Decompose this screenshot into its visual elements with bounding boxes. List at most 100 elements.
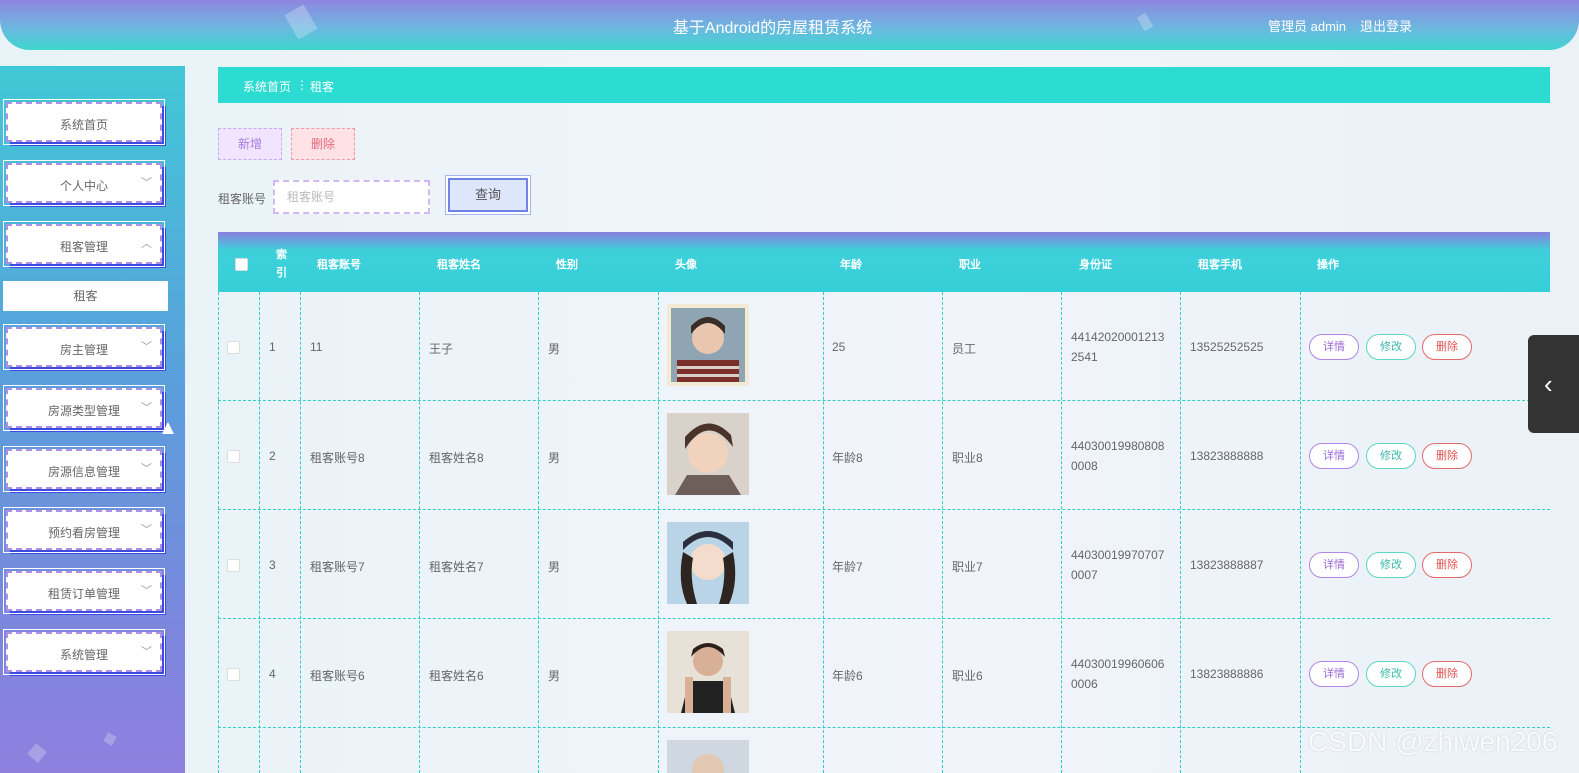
cell-idcard-line1: 44030019960606 xyxy=(1071,657,1165,671)
chevron-down-icon: ﹀ xyxy=(141,585,152,597)
cell-idcard-line2: 0008 xyxy=(1071,459,1098,473)
select-all-checkbox[interactable] xyxy=(235,258,248,271)
cell-index: 2 xyxy=(269,449,276,463)
table-row: 3 租客账号7 租客姓名7 男 年龄7 职业7 44030019970707 0… xyxy=(218,510,1550,619)
chevron-left-icon: ‹ xyxy=(1544,369,1553,399)
row-delete-button[interactable]: 删除 xyxy=(1422,443,1472,469)
detail-button[interactable]: 详情 xyxy=(1309,334,1359,360)
cell-age: 25 xyxy=(832,340,846,354)
column-header-phone: 租客手机 xyxy=(1198,259,1242,271)
row-delete-button[interactable]: 删除 xyxy=(1422,552,1472,578)
sidebar-item-viewing-appointment-management[interactable]: 预约看房管理 ﹀ xyxy=(3,507,165,553)
table-row: 2 租客账号8 租客姓名8 男 年龄8 职业8 44030019980808 0… xyxy=(218,401,1550,510)
sidebar-item-housing-type-management[interactable]: 房源类型管理 ﹀ xyxy=(3,385,165,431)
cell-idcard-line1: 44142020001213 xyxy=(1071,330,1165,344)
avatar xyxy=(667,631,749,713)
cell-idcard-line2: 0006 xyxy=(1071,677,1098,691)
avatar xyxy=(667,304,749,386)
sidebar-item-label: 个人中心 xyxy=(59,179,108,193)
sidebar-subitem-tenant[interactable]: 租客 xyxy=(3,281,168,311)
cell-job: 职业6 xyxy=(952,669,983,683)
sidebar-item-label: 房源类型管理 xyxy=(47,404,120,418)
side-panel-toggle[interactable]: ‹ xyxy=(1528,335,1579,433)
column-header-gender: 性别 xyxy=(556,259,578,271)
detail-button[interactable]: 详情 xyxy=(1309,661,1359,687)
column-header-actions: 操作 xyxy=(1317,259,1339,271)
sidebar-item-label: 系统首页 xyxy=(59,118,108,132)
admin-user-label: 管理员 admin xyxy=(1268,19,1347,34)
cell-age: 年龄8 xyxy=(832,451,863,465)
sidebar-item-home[interactable]: 系统首页 xyxy=(3,99,165,145)
column-header-index: 索引 xyxy=(276,249,287,279)
cell-phone: 13525252525 xyxy=(1190,340,1264,354)
chevron-down-icon: ﹀ xyxy=(141,646,152,658)
cell-phone: 13823888886 xyxy=(1190,667,1264,681)
cell-index: 4 xyxy=(269,667,276,681)
sidebar-item-tenant-management[interactable]: 租客管理 ︿ xyxy=(3,221,165,267)
row-checkbox[interactable] xyxy=(227,341,240,354)
column-header-age: 年龄 xyxy=(840,259,862,271)
cell-name: 租客姓名8 xyxy=(429,451,484,465)
delete-button[interactable]: 删除 xyxy=(291,128,355,160)
sidebar-item-system-management[interactable]: 系统管理 ﹀ xyxy=(3,629,165,675)
chevron-down-icon: ﹀ xyxy=(141,341,152,353)
cell-index: 3 xyxy=(269,558,276,572)
logout-link[interactable]: 退出登录 xyxy=(1360,16,1412,35)
breadcrumb-home[interactable]: 系统首页 xyxy=(243,78,291,95)
column-header-account: 租客账号 xyxy=(317,259,361,271)
sidebar-item-profile[interactable]: 个人中心 ﹀ xyxy=(3,160,165,206)
tenant-account-search-input[interactable] xyxy=(273,180,430,214)
cell-account: 11 xyxy=(310,340,323,354)
cell-account: 租客账号7 xyxy=(310,560,365,574)
avatar xyxy=(667,522,749,604)
row-delete-button[interactable]: 删除 xyxy=(1422,661,1472,687)
breadcrumb-separator: ⋮ xyxy=(296,78,308,92)
sidebar-item-label: 房源信息管理 xyxy=(47,465,120,479)
cell-name: 租客姓名6 xyxy=(429,669,484,683)
cell-job: 职业8 xyxy=(952,451,983,465)
sidebar-item-landlord-management[interactable]: 房主管理 ﹀ xyxy=(3,324,165,370)
edit-button[interactable]: 修改 xyxy=(1366,334,1416,360)
search-label: 租客账号 xyxy=(218,192,267,206)
cell-age: 年龄7 xyxy=(832,560,863,574)
sidebar-item-housing-info-management[interactable]: 房源信息管理 ﹀ xyxy=(3,446,165,492)
top-header: 基于Android的房屋租赁系统 管理员 admin 退出登录 xyxy=(0,0,1579,50)
row-checkbox[interactable] xyxy=(227,450,240,463)
cell-index: 1 xyxy=(269,340,276,354)
edit-button[interactable]: 修改 xyxy=(1366,552,1416,578)
chevron-down-icon: ﹀ xyxy=(141,463,152,475)
chevron-down-icon: ﹀ xyxy=(141,177,152,189)
cell-job: 职业7 xyxy=(952,560,983,574)
row-checkbox[interactable] xyxy=(227,559,240,572)
query-button[interactable]: 查询 xyxy=(448,178,528,212)
avatar xyxy=(667,740,749,773)
breadcrumb-current: 租客 xyxy=(310,80,335,94)
chevron-down-icon: ﹀ xyxy=(141,524,152,536)
cell-name: 租客姓名7 xyxy=(429,560,484,574)
cell-account: 租客账号8 xyxy=(310,451,365,465)
sidebar-item-label: 系统管理 xyxy=(59,648,108,662)
row-checkbox[interactable] xyxy=(227,668,240,681)
detail-button[interactable]: 详情 xyxy=(1309,443,1359,469)
cell-idcard-line1: 44030019980808 xyxy=(1071,439,1165,453)
decoration xyxy=(27,743,47,763)
cell-gender: 男 xyxy=(548,560,561,574)
add-button[interactable]: 新增 xyxy=(218,128,282,160)
cell-job: 员工 xyxy=(952,342,977,356)
edit-button[interactable]: 修改 xyxy=(1366,661,1416,687)
avatar xyxy=(667,413,749,495)
cell-idcard-line2: 2541 xyxy=(1071,350,1098,364)
table-header: 索引 租客账号 租客姓名 性别 头像 年龄 职业 身份证 租客手机 操作 xyxy=(218,232,1550,292)
sidebar: 系统首页 个人中心 ﹀ 租客管理 ︿ 租客 房主管理 ﹀ 房源类型管理 ﹀ 房源… xyxy=(0,66,185,773)
sidebar-item-label: 预约看房管理 xyxy=(47,526,120,540)
watermark: CSDN @zhiwen206 xyxy=(1308,726,1558,757)
sidebar-item-rental-order-management[interactable]: 租赁订单管理 ﹀ xyxy=(3,568,165,614)
cell-idcard-line2: 0007 xyxy=(1071,568,1098,582)
row-delete-button[interactable]: 删除 xyxy=(1422,334,1472,360)
edit-button[interactable]: 修改 xyxy=(1366,443,1416,469)
cell-account: 租客账号6 xyxy=(310,669,365,683)
table-row: 1 11 王子 男 25 员工 44142020001213 2541 1352… xyxy=(218,292,1550,401)
cell-gender: 男 xyxy=(548,669,561,683)
column-header-name: 租客姓名 xyxy=(437,259,481,271)
detail-button[interactable]: 详情 xyxy=(1309,552,1359,578)
